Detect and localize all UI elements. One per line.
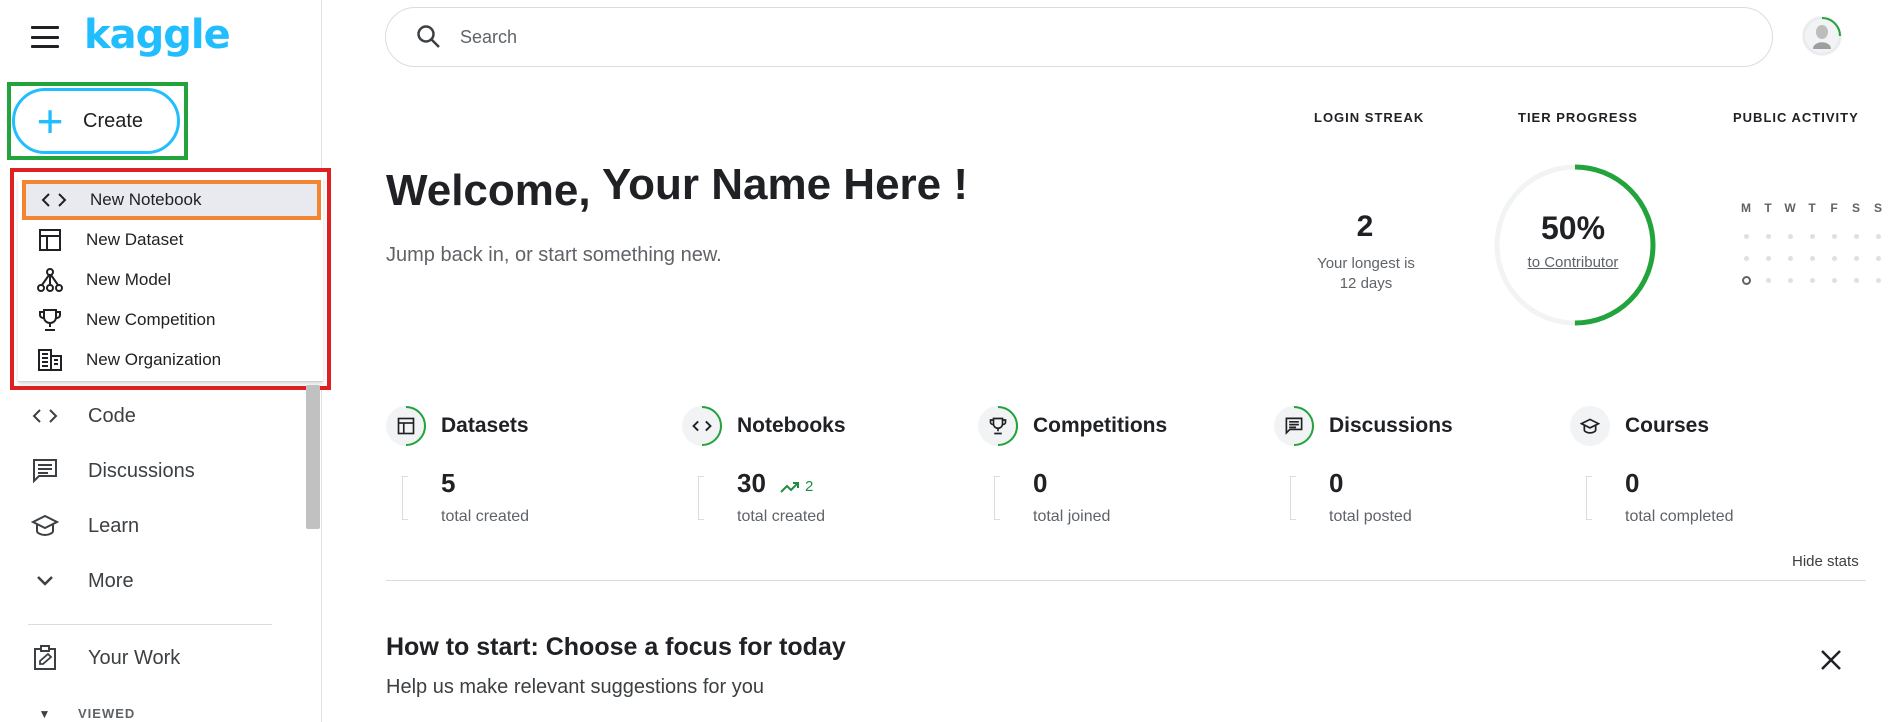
close-icon[interactable]	[1819, 648, 1843, 678]
code-icon	[34, 191, 74, 209]
howto-subtitle: Help us make relevant suggestions for yo…	[386, 676, 764, 698]
menu-item-new-dataset[interactable]: New Dataset	[22, 220, 321, 260]
code-icon	[682, 406, 722, 446]
activity-dot	[1809, 277, 1815, 283]
login-streak-sub: Your longest is 12 days	[1317, 255, 1415, 292]
chevron-down-icon	[28, 575, 62, 587]
building-icon	[30, 348, 70, 372]
activity-dot	[1787, 255, 1793, 261]
user-name: Your Name Here !	[602, 160, 969, 209]
tier-progress-label: TIER PROGRESS	[1518, 110, 1638, 125]
activity-dot	[1765, 255, 1771, 261]
activity-dot	[1765, 277, 1771, 283]
menu-item-new-organization[interactable]: New Organization	[22, 340, 321, 380]
stat-courses: Courses 0 total completed	[1570, 406, 1830, 526]
sidebar-item-code[interactable]: Code	[28, 396, 136, 436]
search-bar[interactable]	[385, 7, 1773, 67]
caret-down-icon: ▼	[38, 706, 52, 721]
search-input[interactable]	[458, 25, 1658, 49]
activity-dot	[1831, 277, 1837, 283]
sidebar: kaggle + Create New Notebook New Dataset	[0, 0, 331, 722]
activity-dot	[1875, 255, 1881, 261]
stat-competitions: Competitions 0 total joined	[978, 406, 1238, 526]
sidebar-scrollbar[interactable]	[306, 385, 320, 529]
model-icon	[30, 267, 70, 293]
stat-datasets: Datasets 5 total created	[386, 406, 646, 526]
activity-dot-today	[1741, 275, 1751, 285]
sidebar-item-discussions[interactable]: Discussions	[28, 451, 195, 491]
clipboard-edit-icon	[28, 645, 62, 671]
trophy-icon	[30, 308, 70, 332]
activity-dot	[1853, 255, 1859, 261]
menu-item-new-notebook[interactable]: New Notebook	[22, 180, 321, 220]
trending-up-icon	[780, 481, 799, 493]
public-activity-label: PUBLIC ACTIVITY	[1733, 110, 1859, 125]
sidebar-item-your-work[interactable]: Your Work	[28, 638, 180, 678]
login-streak-value: 2	[1356, 210, 1374, 243]
trend-badge: 2	[780, 478, 813, 495]
login-streak-label: LOGIN STREAK	[1314, 110, 1425, 125]
activity-dot	[1787, 233, 1793, 239]
activity-dot	[1809, 233, 1815, 239]
table-icon	[30, 228, 70, 252]
plus-icon: +	[36, 95, 64, 147]
sidebar-item-learn[interactable]: Learn	[28, 506, 139, 546]
menu-item-new-model[interactable]: New Model	[22, 260, 321, 300]
school-icon	[28, 514, 62, 538]
sidebar-divider	[28, 624, 272, 625]
create-button[interactable]: + Create	[12, 88, 180, 154]
activity-dot	[1765, 233, 1771, 239]
avatar[interactable]	[1802, 16, 1842, 56]
activity-dot	[1853, 233, 1859, 239]
viewed-section-toggle[interactable]: ▼ VIEWED	[28, 706, 135, 721]
stat-notebooks: Notebooks 30 2 total created	[682, 406, 942, 526]
menu-icon[interactable]	[31, 26, 59, 48]
activity-dot	[1743, 255, 1749, 261]
kaggle-logo[interactable]: kaggle	[84, 12, 231, 58]
section-divider	[386, 580, 1866, 581]
activity-dot	[1831, 255, 1837, 261]
code-icon	[28, 407, 62, 425]
sidebar-item-more[interactable]: More	[28, 561, 134, 601]
activity-dot	[1875, 277, 1881, 283]
activity-dot	[1787, 277, 1793, 283]
comment-icon	[28, 458, 62, 484]
table-icon	[386, 406, 426, 446]
activity-dot	[1831, 233, 1837, 239]
activity-weekdays: M T W T F S S	[1741, 201, 1882, 215]
create-label: Create	[83, 109, 144, 132]
page-subtitle: Jump back in, or start something new.	[386, 244, 722, 266]
tier-progress-percent: 50%	[1540, 210, 1606, 246]
activity-dot	[1853, 277, 1859, 283]
hide-stats-button[interactable]: Hide stats	[1792, 553, 1859, 570]
search-icon	[416, 24, 444, 50]
create-menu: New Notebook New Dataset New Model New C…	[18, 176, 323, 382]
activity-dot	[1809, 255, 1815, 261]
activity-dot	[1743, 233, 1749, 239]
page-title: Welcome, Your Name Here !	[386, 160, 969, 215]
activity-dot	[1875, 233, 1881, 239]
school-icon	[1570, 406, 1610, 446]
howto-title: How to start: Choose a focus for today	[386, 633, 846, 661]
stat-discussions: Discussions 0 total posted	[1274, 406, 1534, 526]
menu-item-new-competition[interactable]: New Competition	[22, 300, 321, 340]
tier-progress-target-link[interactable]: to Contributor	[1498, 254, 1648, 271]
create-menu-highlight: New Notebook New Dataset New Model New C…	[10, 168, 331, 390]
comment-icon	[1274, 406, 1314, 446]
trophy-icon	[978, 406, 1018, 446]
